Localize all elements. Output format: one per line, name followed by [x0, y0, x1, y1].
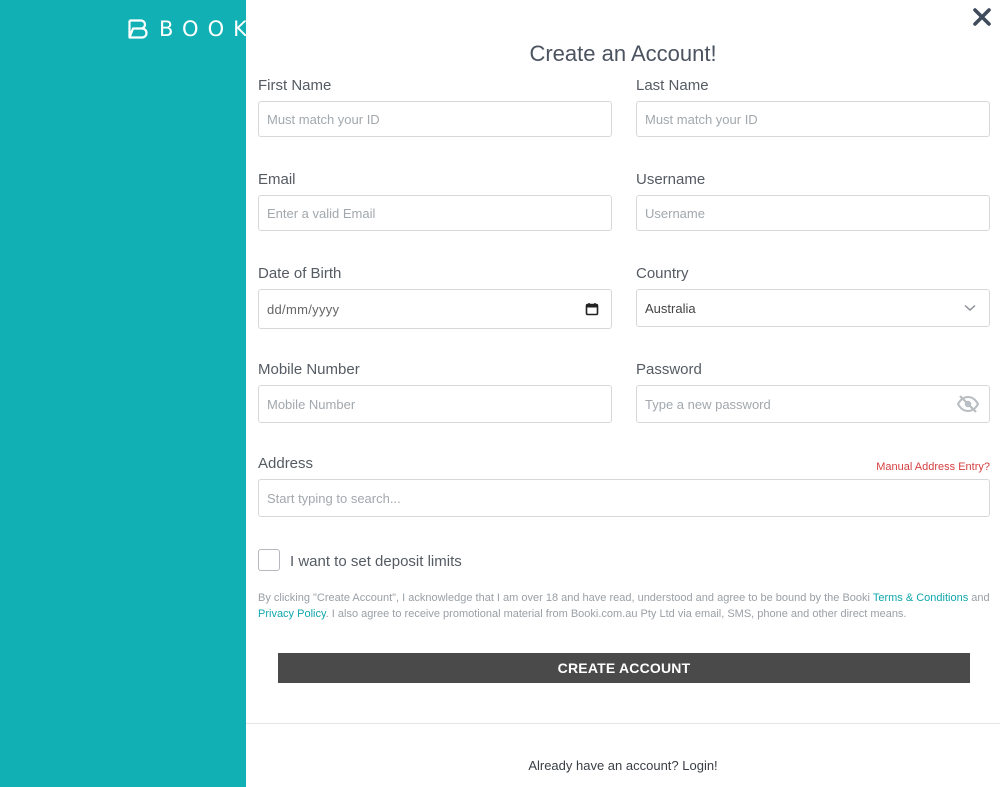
address-field[interactable] [258, 479, 990, 517]
terms-prefix: By clicking "Create Account", I acknowle… [258, 592, 873, 604]
password-label: Password [636, 361, 702, 378]
deposit-limits-label[interactable]: I want to set deposit limits [290, 553, 462, 570]
close-button[interactable] [970, 5, 994, 29]
first-name-field[interactable] [258, 101, 612, 137]
mobile-input[interactable] [267, 396, 603, 412]
login-link[interactable]: Already have an account? Login! [246, 758, 1000, 773]
create-account-button[interactable]: CREATE ACCOUNT [278, 653, 970, 683]
username-field[interactable] [636, 195, 990, 231]
country-select[interactable]: Australia [636, 289, 990, 327]
chevron-down-icon [959, 297, 981, 319]
terms-suffix: . I also agree to receive promotional ma… [325, 608, 907, 620]
dob-label: Date of Birth [258, 265, 342, 282]
deposit-limits-checkbox[interactable] [258, 549, 280, 571]
calendar-icon[interactable] [581, 298, 603, 320]
eye-slash-icon[interactable] [955, 393, 981, 415]
page-title: Create an Account! [529, 41, 717, 66]
email-field[interactable] [258, 195, 612, 231]
username-label: Username [636, 171, 706, 188]
terms-and: and [968, 592, 990, 604]
email-label: Email [258, 171, 296, 188]
username-input[interactable] [645, 205, 981, 221]
terms-text: By clicking "Create Account", I acknowle… [258, 590, 990, 622]
address-input[interactable] [267, 490, 981, 506]
password-input[interactable] [645, 396, 956, 412]
country-value: Australia [645, 300, 696, 316]
last-name-field[interactable] [636, 101, 990, 137]
last-name-label: Last Name [636, 77, 709, 94]
privacy-link[interactable]: Privacy Policy [258, 608, 326, 620]
brand-logo: BOOKI [128, 17, 271, 41]
dob-field[interactable]: dd/mm/yyyy [258, 289, 612, 329]
mobile-field[interactable] [258, 385, 612, 423]
terms-link[interactable]: Terms & Conditions [873, 592, 968, 604]
close-icon [970, 8, 994, 33]
booki-logo-icon [128, 19, 148, 39]
country-label: Country [636, 265, 689, 282]
dob-placeholder: dd/mm/yyyy [267, 301, 340, 317]
last-name-input[interactable] [645, 111, 981, 127]
first-name-label: First Name [258, 77, 332, 94]
email-input[interactable] [267, 205, 603, 221]
first-name-input[interactable] [267, 111, 603, 127]
manual-address-link[interactable]: Manual Address Entry? [876, 461, 990, 473]
password-field[interactable] [636, 385, 990, 423]
divider [246, 723, 1000, 724]
address-label: Address [258, 455, 314, 472]
mobile-label: Mobile Number [258, 361, 360, 378]
brand-sidebar: BOOKI [0, 0, 262, 787]
brand-name: BOOKI [159, 17, 272, 41]
